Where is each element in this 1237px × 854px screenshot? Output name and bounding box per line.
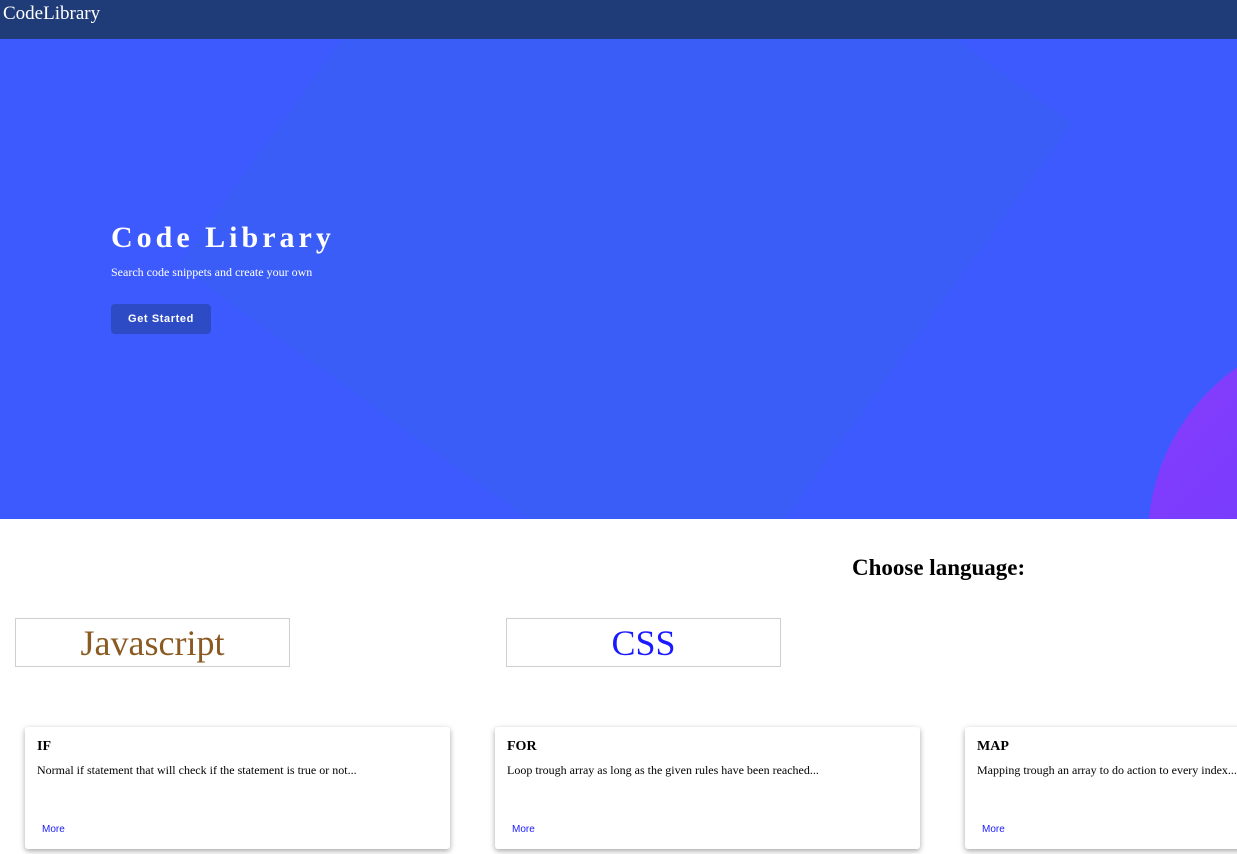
card-more-link[interactable]: More xyxy=(982,824,1005,835)
snippet-card-for: FOR Loop trough array as long as the giv… xyxy=(495,727,920,849)
card-description: Loop trough array as long as the given r… xyxy=(507,763,819,777)
get-started-button[interactable]: Get Started xyxy=(111,304,211,334)
card-title: MAP xyxy=(977,739,1009,754)
card-more-link[interactable]: More xyxy=(512,824,535,835)
card-title: FOR xyxy=(507,739,537,754)
card-description: Normal if statement that will check if t… xyxy=(37,763,357,777)
card-description: Mapping trough an array to do action to … xyxy=(977,763,1237,777)
language-option-css[interactable]: CSS xyxy=(506,618,781,667)
card-title: IF xyxy=(37,739,51,754)
snippet-card-if: IF Normal if statement that will check i… xyxy=(25,727,450,849)
brand-logo-link[interactable]: CodeLibrary xyxy=(3,3,100,25)
hero-decorative-circle xyxy=(1148,329,1237,519)
card-more-link[interactable]: More xyxy=(42,824,65,835)
hero-content: Code Library Search code snippets and cr… xyxy=(111,221,335,334)
hero-banner: Code Library Search code snippets and cr… xyxy=(0,39,1237,519)
top-navbar: CodeLibrary xyxy=(0,0,1237,39)
hero-title: Code Library xyxy=(111,221,335,254)
hero-subtitle: Search code snippets and create your own xyxy=(111,265,313,279)
language-option-javascript[interactable]: Javascript xyxy=(15,618,290,667)
choose-language-heading: Choose language: xyxy=(852,555,1026,580)
snippet-card-map: MAP Mapping trough an array to do action… xyxy=(965,727,1237,849)
